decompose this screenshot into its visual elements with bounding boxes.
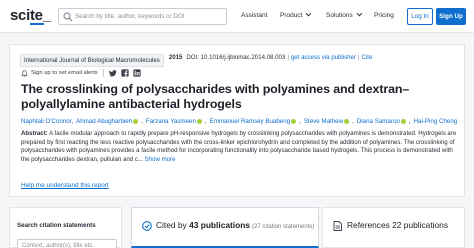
facebook-icon[interactable] — [121, 69, 129, 77]
author-link[interactable]: Farzana Yasmeen — [146, 118, 196, 125]
abstract-label: Abstract: — [21, 130, 48, 137]
citation-search-input[interactable]: Context, author(s), title etc. — [17, 239, 117, 248]
references-text: References 22 publications — [347, 220, 449, 230]
author-separator: , — [71, 118, 74, 125]
author-separator: , — [352, 118, 354, 125]
tab-cited-by[interactable]: Cited by 43 publications (27 citation sta… — [131, 207, 319, 248]
orcid-icon[interactable] — [196, 118, 202, 124]
help-understand-link[interactable]: Help me understand this report — [21, 182, 109, 189]
separator: | — [357, 54, 360, 61]
author-link[interactable]: Hai-Ping Cheng — [414, 118, 458, 125]
cited-by-count: 43 publications — [189, 220, 251, 230]
citation-statements-count: (27 citation statements) — [252, 224, 315, 230]
orcid-icon[interactable] — [133, 118, 139, 124]
nav-product-label: Product — [280, 12, 303, 19]
nav-solutions[interactable]: Solutions — [326, 10, 362, 19]
divider — [102, 69, 104, 77]
nav-assistant[interactable]: Assistant — [241, 12, 267, 19]
search-input[interactable] — [75, 9, 225, 24]
author-separator: , — [204, 118, 207, 125]
author-link[interactable]: Naphtali O'Connor — [21, 118, 71, 125]
author-link[interactable]: Steve Mathew — [304, 118, 343, 125]
author-separator: , — [141, 118, 143, 125]
author-link[interactable]: Diana Samaroo — [357, 118, 400, 125]
publication-year: 2015 — [168, 54, 183, 61]
document-icon — [333, 221, 342, 231]
doi[interactable]: DOI: 10.1016/j.ijbiomac.2014.08.003 — [186, 54, 285, 61]
cited-by-icon — [142, 221, 152, 231]
orcid-icon[interactable] — [291, 118, 297, 124]
citation-search-label: Search citation statements — [17, 222, 96, 229]
paper-meta: International Journal of Biological Macr… — [20, 54, 373, 67]
email-alerts-link[interactable]: Sign up to set email alerts — [31, 70, 98, 76]
bell-icon — [21, 69, 28, 77]
login-button[interactable]: Log In — [407, 8, 433, 25]
cited-by-text: Cited by 43 publications (27 citation sta… — [156, 220, 314, 230]
get-access-link[interactable]: get access via publisher — [291, 54, 356, 61]
paper-title: The crosslinking of polysaccharides with… — [21, 82, 410, 111]
linkedin-icon[interactable] — [133, 69, 141, 77]
journal-tag[interactable]: International Journal of Biological Macr… — [20, 54, 164, 67]
nav-assistant-label: Assistant — [241, 12, 268, 19]
show-more-link[interactable]: Show more — [145, 156, 176, 163]
tab-references[interactable]: References 22 publications — [322, 207, 465, 248]
author-separator: , — [299, 118, 301, 125]
search-box[interactable] — [58, 8, 227, 25]
author-link[interactable]: Ahmad Abugharbieh — [76, 118, 132, 125]
abstract-text: A facile modular approach to rapidly pre… — [21, 130, 457, 164]
nav-pricing-label: Pricing — [374, 12, 394, 19]
citation-search-panel: Search citation statements Context, auth… — [9, 207, 122, 248]
abstract: Abstract: A facile modular approach to r… — [21, 130, 461, 165]
signup-button[interactable]: Sign Up — [436, 8, 466, 25]
author-list: Naphtali O'Connor, Ahmad Abugharbieh, Farz… — [21, 117, 461, 126]
nav-product[interactable]: Product — [280, 10, 312, 19]
cite-link[interactable]: Cite — [362, 54, 373, 61]
author-link[interactable]: Emmanuel Ramsey Buabeng — [210, 118, 290, 125]
paper-actions: Sign up to set email alerts — [21, 68, 145, 78]
chevron-down-icon — [356, 10, 362, 17]
top-navigation-bar: scite_ Assistant Product Solutions Prici… — [0, 0, 474, 33]
twitter-icon[interactable] — [108, 69, 117, 77]
logo-underline — [30, 23, 44, 25]
paper-card: International Journal of Biological Macr… — [9, 44, 465, 197]
nav-solutions-label: Solutions — [326, 12, 353, 19]
scite-logo[interactable]: scite_ — [10, 7, 51, 24]
chevron-down-icon — [305, 10, 312, 17]
orcid-icon[interactable] — [400, 118, 406, 124]
separator: | — [287, 54, 289, 61]
author-separator: , — [408, 118, 411, 125]
search-icon — [63, 12, 73, 22]
orcid-icon[interactable] — [344, 118, 350, 124]
cited-by-prefix: Cited by — [156, 220, 190, 230]
nav-pricing[interactable]: Pricing — [374, 12, 394, 19]
